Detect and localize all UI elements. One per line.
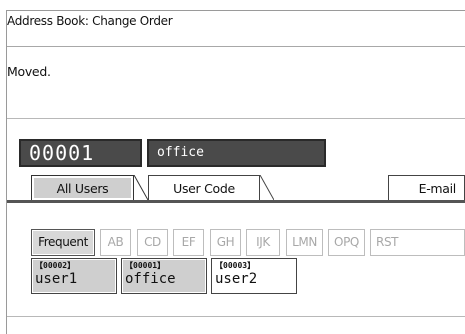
tab-email[interactable]: E-mail xyxy=(388,175,465,200)
window-title: Address Book: Change Order xyxy=(7,14,173,28)
entry-name: office xyxy=(125,271,176,287)
divider xyxy=(7,316,465,317)
filter-gh[interactable]: GH xyxy=(210,229,241,256)
tab-user-code[interactable]: User Code xyxy=(148,175,260,200)
filter-rst[interactable]: RST xyxy=(370,229,465,256)
entry-id: 【00001】 xyxy=(125,261,166,270)
divider xyxy=(7,118,465,119)
filter-ef[interactable]: EF xyxy=(173,229,204,256)
selected-name-field: office xyxy=(147,139,326,167)
filter-opq[interactable]: OPQ xyxy=(328,229,365,256)
tab-underline xyxy=(7,200,465,203)
status-message: Moved. xyxy=(7,64,51,79)
address-entry[interactable]: 【00001】 office xyxy=(121,258,207,294)
tab-slant-user-code xyxy=(260,175,274,201)
tab-all-users[interactable]: All Users xyxy=(31,175,134,200)
tab-slant-all-users xyxy=(134,175,148,201)
filter-cd[interactable]: CD xyxy=(137,229,168,256)
filter-ijk[interactable]: IJK xyxy=(246,229,280,256)
filter-ab[interactable]: AB xyxy=(100,229,131,256)
registration-number-field: 00001 xyxy=(19,139,142,167)
entry-name: user2 xyxy=(215,271,258,287)
filter-frequent[interactable]: Frequent xyxy=(31,229,95,256)
address-entry[interactable]: 【00002】 user1 xyxy=(31,258,117,294)
entry-id: 【00003】 xyxy=(215,261,256,270)
filter-lmn[interactable]: LMN xyxy=(286,229,323,256)
entry-name: user1 xyxy=(35,271,78,287)
entry-id: 【00002】 xyxy=(35,261,76,270)
address-entry[interactable]: 【00003】 user2 xyxy=(211,258,297,294)
